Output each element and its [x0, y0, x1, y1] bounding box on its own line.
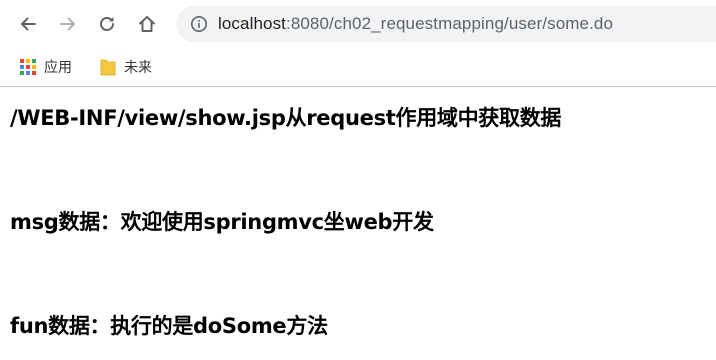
url-host: localhost — [218, 14, 286, 33]
bookmark-folder-label: 未来 — [124, 60, 152, 76]
msg-data-line: msg数据：欢迎使用springmvc坐web开发 — [10, 210, 434, 234]
url-text[interactable]: localhost:8080/ch02_requestmapping/user/… — [218, 12, 613, 36]
bookmark-folder-weilai[interactable]: 未来 — [100, 54, 152, 80]
browser-toolbar: localhost:8080/ch02_requestmapping/user/… — [0, 0, 716, 48]
home-icon — [139, 16, 155, 32]
folder-icon — [100, 59, 116, 76]
back-button[interactable] — [14, 10, 42, 38]
bookmark-apps-label: 应用 — [44, 60, 72, 76]
reload-icon — [100, 17, 114, 31]
bookmarks-bar: 应用 未来 — [0, 48, 716, 87]
reload-button[interactable] — [93, 10, 121, 38]
info-icon[interactable] — [190, 15, 208, 33]
arrow-left-icon — [21, 17, 36, 31]
forward-button[interactable] — [54, 10, 82, 38]
address-bar[interactable]: localhost:8080/ch02_requestmapping/user/… — [176, 6, 716, 42]
bookmark-apps[interactable]: 应用 — [20, 54, 72, 80]
page-heading: /WEB-INF/view/show.jsp从request作用域中获取数据 — [10, 106, 562, 130]
url-path: :8080/ch02_requestmapping/user/some.do — [286, 14, 614, 33]
fun-data-line: fun数据：执行的是doSome方法 — [10, 314, 328, 338]
home-button[interactable] — [133, 10, 161, 38]
arrow-right-icon — [60, 17, 75, 31]
apps-grid-icon — [20, 59, 36, 75]
